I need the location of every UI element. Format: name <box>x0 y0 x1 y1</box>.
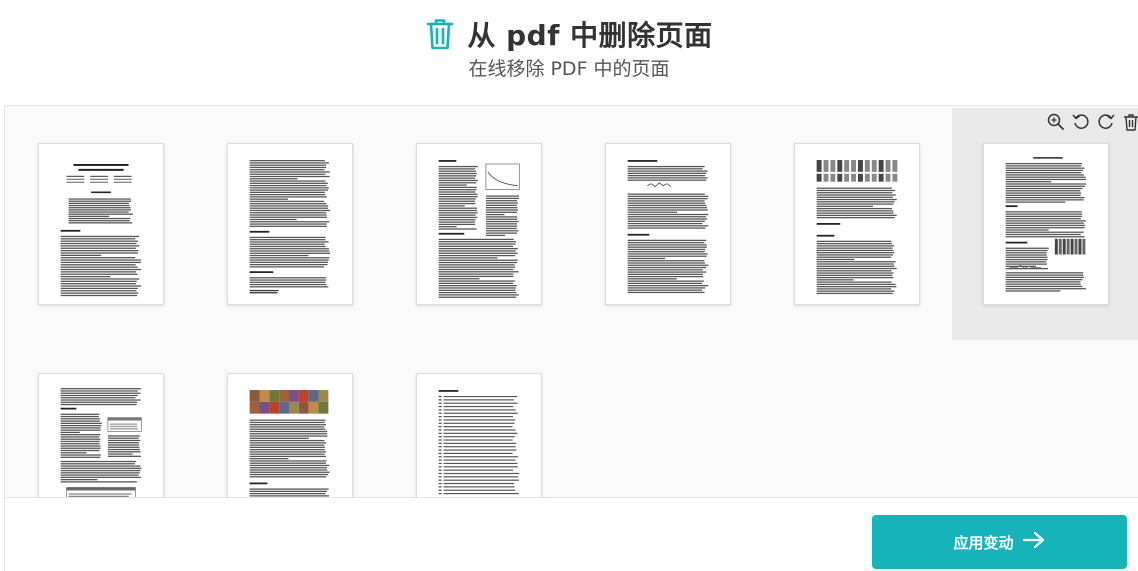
title-row: 从 pdf 中删除页面 <box>0 14 1138 54</box>
trash-icon <box>425 17 455 51</box>
trash-icon <box>1121 112 1138 132</box>
page-slot[interactable] <box>7 338 196 497</box>
footer-bar: 应用变动 <box>4 497 1138 571</box>
arrow-right-icon <box>1022 530 1046 554</box>
page-thumbnail[interactable] <box>416 143 542 305</box>
rotate-right-button[interactable] <box>1096 112 1116 132</box>
apply-changes-button[interactable]: 应用变动 <box>872 515 1127 569</box>
apply-changes-label: 应用变动 <box>953 533 1014 552</box>
page-subtitle: 在线移除 PDF 中的页面 <box>468 58 670 80</box>
page-slot[interactable] <box>385 338 574 497</box>
zoom-in-button[interactable] <box>1046 112 1066 132</box>
page-slot[interactable] <box>196 108 385 340</box>
page-slot[interactable] <box>7 108 196 340</box>
zoom-in-icon <box>1046 112 1066 132</box>
page-slot[interactable] <box>574 108 763 340</box>
page-thumbnail[interactable] <box>416 373 542 497</box>
page-tools <box>1046 112 1138 132</box>
page-thumbnail[interactable] <box>983 143 1109 305</box>
rotate-left-icon <box>1071 112 1091 132</box>
page-thumbnail[interactable] <box>605 143 731 305</box>
page-header: 从 pdf 中删除页面 在线移除 PDF 中的页面 <box>0 0 1138 105</box>
page-slot[interactable] <box>952 108 1138 340</box>
page-thumbnail[interactable] <box>227 373 353 497</box>
page-thumbnail[interactable] <box>227 143 353 305</box>
page-slot[interactable] <box>385 108 574 340</box>
page-thumbnail[interactable] <box>38 143 164 305</box>
page-slot[interactable] <box>763 108 952 340</box>
delete-page-button[interactable] <box>1121 112 1138 132</box>
page-slot[interactable] <box>196 338 385 497</box>
page-title: 从 pdf 中删除页面 <box>467 19 713 52</box>
pages-grid <box>4 105 1138 497</box>
rotate-right-icon <box>1096 112 1116 132</box>
page-thumbnail[interactable] <box>794 143 920 305</box>
page-thumbnail[interactable] <box>38 373 164 497</box>
rotate-left-button[interactable] <box>1071 112 1091 132</box>
